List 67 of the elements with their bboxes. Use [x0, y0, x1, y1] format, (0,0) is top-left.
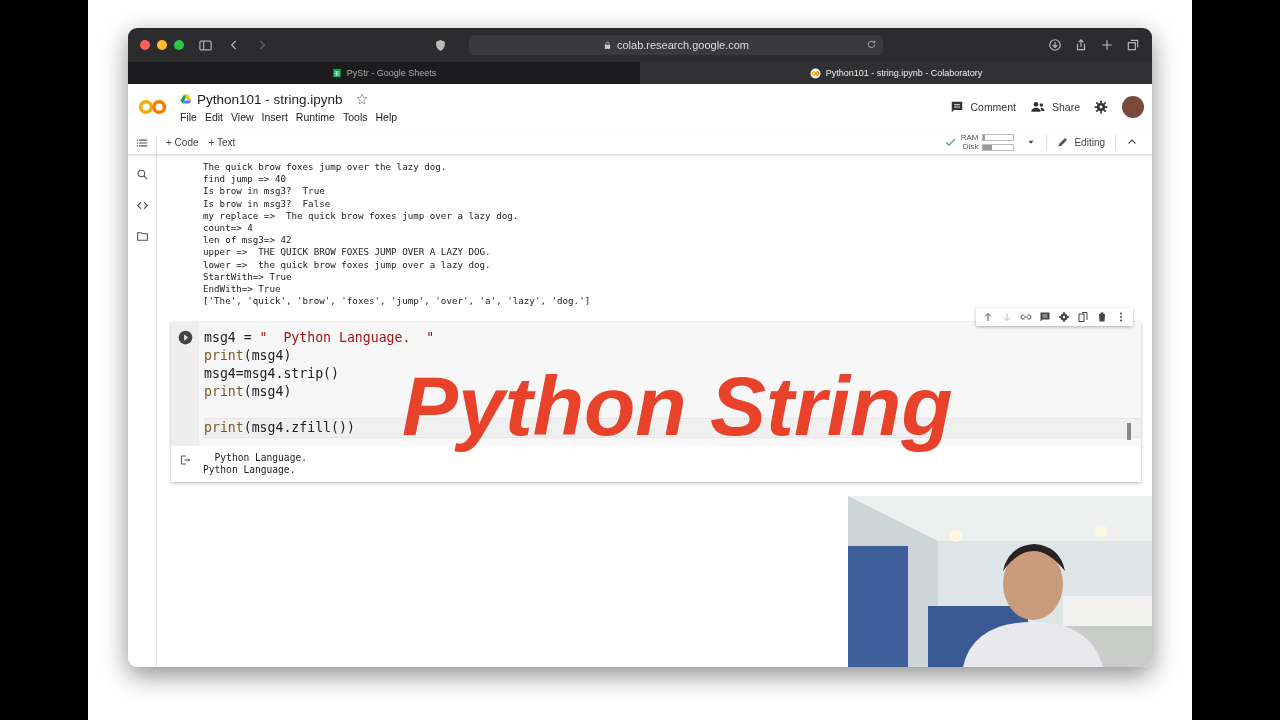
menu-item[interactable]: Insert	[261, 110, 288, 123]
colab-logo-icon[interactable]	[138, 98, 168, 116]
output-line: The quick brow foxes jump over the lazy dog.	[203, 161, 447, 174]
comment-icon	[950, 100, 965, 114]
browser-tab[interactable]: Python101 - string.ipynb - Colaboratory	[640, 62, 1152, 84]
code-line[interactable]: print(msg4)	[204, 347, 292, 366]
add-cell-button[interactable]: + Text	[208, 136, 236, 148]
meter-label: Disk	[962, 142, 979, 151]
output-line: upper => THE QUICK BROW FOXES JUMP OVER A LAZY DOG.	[203, 246, 491, 259]
output-line: find jump => 40	[203, 173, 286, 186]
output-line: lower => the quick brow foxes jump over a lazy dog.	[203, 258, 491, 271]
run-icon[interactable]	[177, 330, 193, 346]
sheet-icon	[331, 68, 342, 78]
address-bar[interactable]: colab.research.google.com	[469, 35, 883, 55]
plus-icon[interactable]	[1100, 38, 1114, 52]
drive-icon	[180, 93, 192, 105]
output-line: Python Language.	[203, 464, 296, 477]
comment-button[interactable]: Comment	[950, 100, 1016, 114]
code-line[interactable]: msg4=msg4.strip()	[204, 365, 339, 383]
settings-icon[interactable]	[1058, 311, 1070, 324]
colab-logo-icon	[809, 67, 821, 79]
settings-icon[interactable]	[1094, 100, 1108, 114]
share-button[interactable]: Share	[1029, 99, 1080, 115]
code-line[interactable]: msg4 = " Python Language. "	[204, 329, 435, 348]
tabs-icon[interactable]	[1126, 38, 1140, 52]
move-up-icon[interactable]	[982, 311, 994, 324]
code-line[interactable]: print(msg4)	[204, 382, 292, 401]
scroll-indicator	[1127, 423, 1131, 441]
output-line: my replace => The quick brow foxes jump over a lazy dog.	[203, 209, 519, 222]
menu-item[interactable]: Edit	[204, 110, 223, 123]
menu-item[interactable]: Tools	[342, 110, 368, 123]
output-line: count=> 4	[203, 222, 253, 235]
window-controls[interactable]	[140, 40, 184, 50]
menu-item[interactable]: View	[231, 110, 254, 123]
pencil-icon	[1057, 136, 1070, 148]
star-icon[interactable]	[355, 93, 368, 105]
menu-item[interactable]: Runtime	[295, 110, 335, 123]
people-icon	[1029, 99, 1046, 115]
output-line: Is brow in msg3? False	[203, 197, 331, 210]
output-line: StartWith=> True	[203, 270, 292, 284]
comment-icon[interactable]	[1039, 311, 1051, 324]
mode-button[interactable]: Editing	[1057, 136, 1105, 148]
avatar[interactable]	[1122, 96, 1144, 118]
notebook-title[interactable]: Python101 - string.ipynb	[197, 91, 343, 107]
reload-icon[interactable]	[866, 39, 877, 50]
output-icon[interactable]	[179, 454, 191, 467]
download-icon[interactable]	[1048, 38, 1062, 52]
mirror-icon[interactable]	[1077, 311, 1089, 324]
sidebar-icon[interactable]	[198, 37, 213, 53]
menu-item[interactable]: File	[180, 110, 197, 123]
lock-icon	[602, 40, 612, 50]
menu-item[interactable]: Help	[375, 110, 398, 123]
delete-icon[interactable]	[1096, 311, 1108, 324]
output-line: len of msg3=> 42	[203, 234, 292, 247]
share-icon[interactable]	[1074, 38, 1088, 52]
output-line: Is brow in msg3? True	[203, 185, 325, 198]
code-line[interactable]: print(msg4.zfill())	[204, 419, 355, 438]
add-cell-button[interactable]: + Code	[166, 136, 199, 148]
meter-label: RAM	[960, 133, 979, 142]
output-line: EndWith=> True	[203, 283, 281, 296]
folder-icon[interactable]	[135, 230, 149, 243]
address-text: colab.research.google.com	[616, 39, 750, 51]
output-line: Python Language.	[213, 452, 307, 465]
search-icon[interactable]	[135, 168, 149, 181]
shield-icon[interactable]	[434, 38, 447, 52]
code-icon[interactable]	[135, 199, 149, 212]
output-line: ['The', 'quick', 'brow', 'foxes', 'jump', 'over', 'a', 'lazy', 'dog.']	[203, 295, 591, 308]
